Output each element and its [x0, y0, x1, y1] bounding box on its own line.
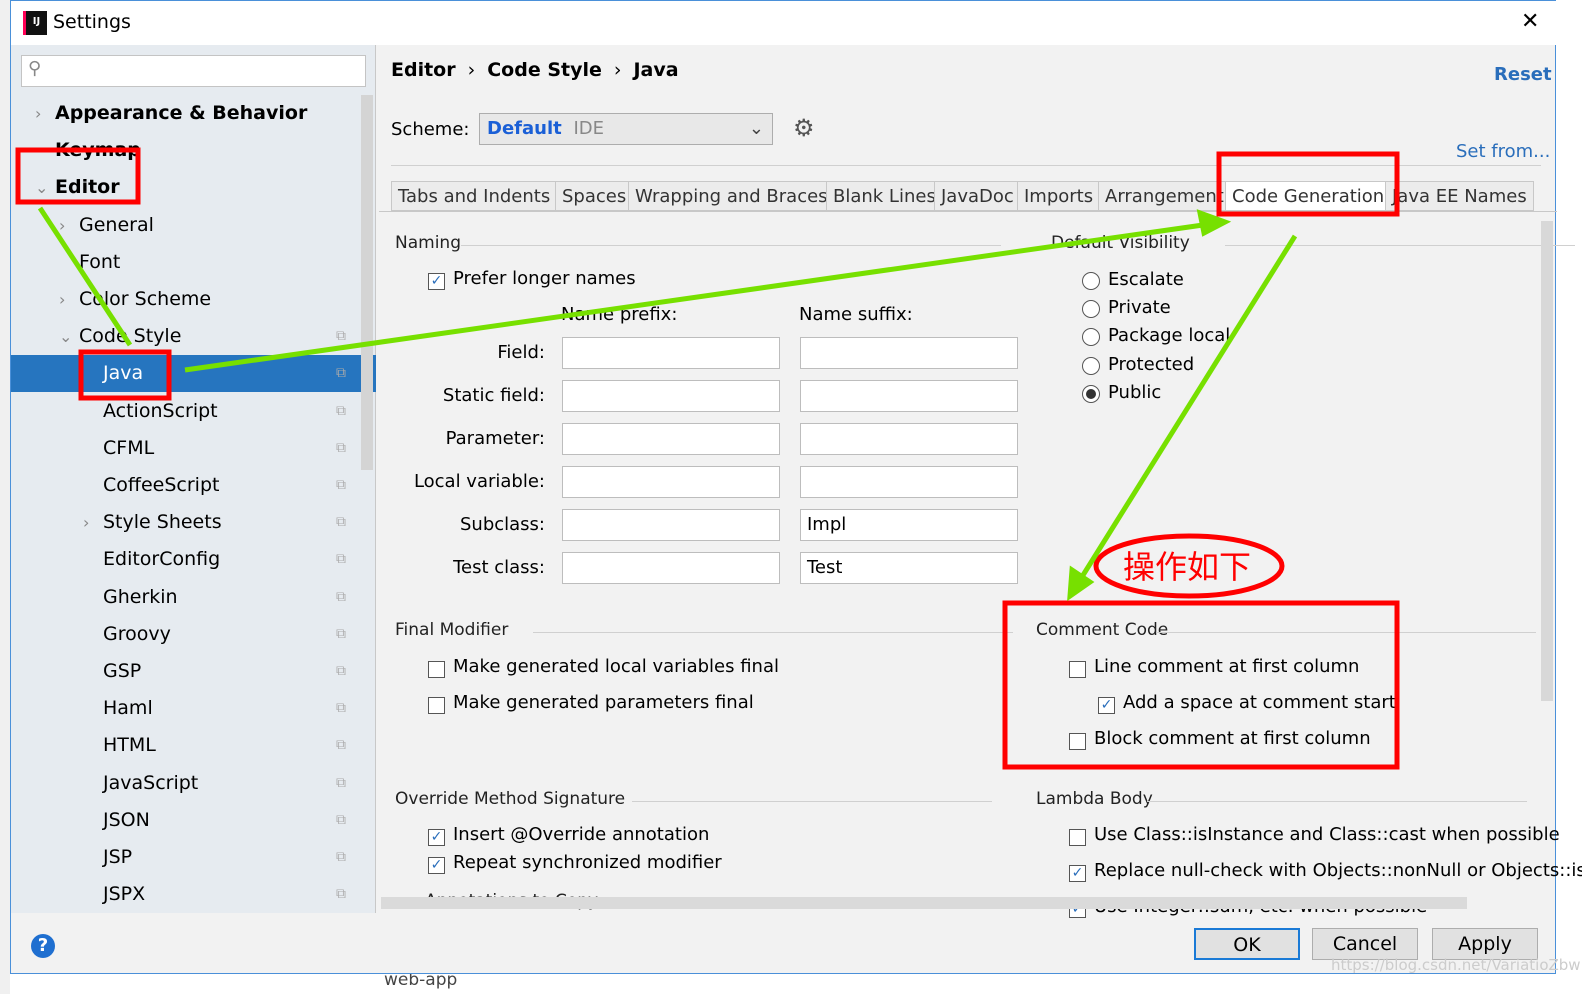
annotation-arrowhead [1067, 565, 1095, 602]
annotation-box-code-generation [1216, 151, 1400, 217]
annotation-box-java [78, 349, 172, 401]
annotation-arrow [184, 221, 1211, 373]
annotation-arrow [37, 206, 133, 347]
annotation-text: 操作如下 [1123, 548, 1251, 586]
annotation-box-comment-code [1002, 600, 1400, 770]
annotation-arrow [1077, 234, 1298, 582]
annotation-overlay: 操作如下 [15, 147, 1400, 770]
annotation-box-editor [15, 147, 141, 205]
